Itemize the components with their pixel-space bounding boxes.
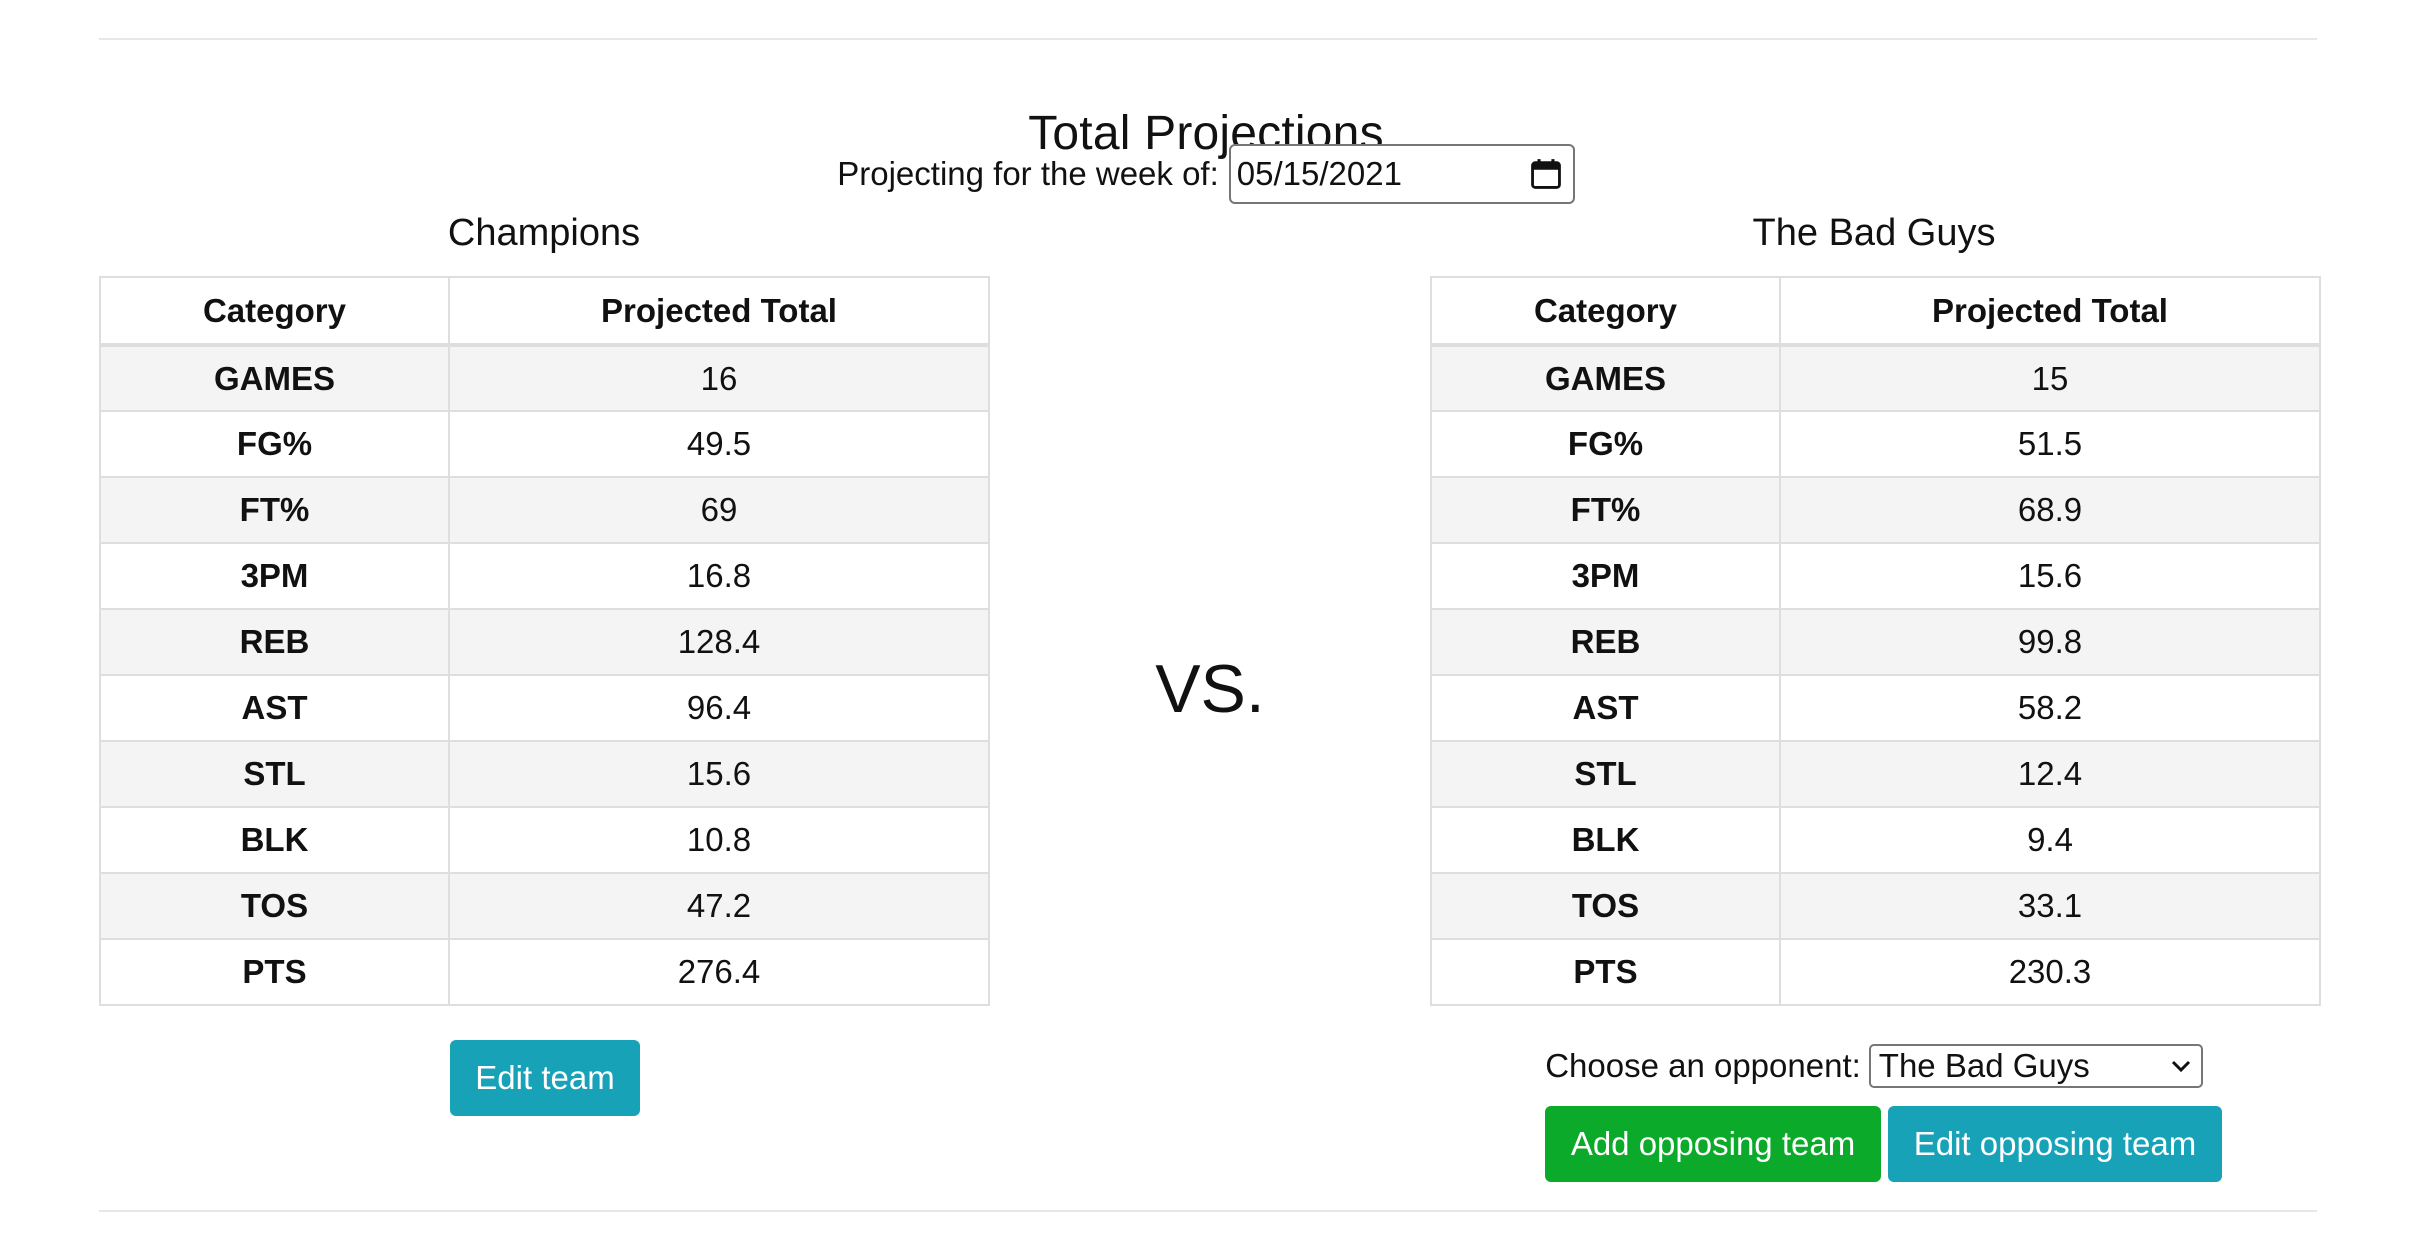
opponent-selected-value: The Bad Guys bbox=[1878, 1047, 2090, 1084]
edit-team-button[interactable]: Edit team bbox=[450, 1040, 640, 1116]
date-label: Projecting for the week of: bbox=[837, 155, 1219, 192]
total-cell: 9.4 bbox=[1779, 806, 2321, 874]
category-cell: STL bbox=[1430, 740, 1781, 808]
table-row: BLK 10.8 bbox=[99, 806, 990, 874]
chevron-down-icon bbox=[2171, 1060, 2190, 1073]
total-cell: 69 bbox=[448, 476, 990, 544]
total-cell: 47.2 bbox=[448, 872, 990, 940]
table-row: STL 15.6 bbox=[99, 740, 990, 808]
column-header-category: Category bbox=[1430, 276, 1781, 347]
table-row: FG% 49.5 bbox=[99, 410, 990, 478]
category-cell: TOS bbox=[1430, 872, 1781, 940]
total-cell: 15.6 bbox=[1779, 542, 2321, 610]
category-cell: TOS bbox=[99, 872, 450, 940]
table-row: STL 12.4 bbox=[1430, 740, 2321, 808]
category-cell: GAMES bbox=[1430, 344, 1781, 412]
table-row: REB 99.8 bbox=[1430, 608, 2321, 676]
total-cell: 99.8 bbox=[1779, 608, 2321, 676]
team-name-right: The Bad Guys bbox=[1752, 212, 1996, 254]
category-cell: PTS bbox=[99, 938, 450, 1006]
category-cell: AST bbox=[1430, 674, 1781, 742]
table-row: FT% 68.9 bbox=[1430, 476, 2321, 544]
calendar-icon[interactable] bbox=[1529, 156, 1563, 192]
category-cell: 3PM bbox=[1430, 542, 1781, 610]
total-cell: 68.9 bbox=[1779, 476, 2321, 544]
team-name-left: Champions bbox=[447, 212, 641, 254]
versus-label: VS. bbox=[1155, 651, 1265, 727]
category-cell: REB bbox=[1430, 608, 1781, 676]
column-header-category: Category bbox=[99, 276, 450, 347]
total-cell: 15 bbox=[1779, 344, 2321, 412]
opponent-row: Choose an opponent: The Bad Guys bbox=[1430, 1044, 2318, 1088]
add-opposing-team-button[interactable]: Add opposing team bbox=[1545, 1106, 1881, 1182]
category-cell: 3PM bbox=[99, 542, 450, 610]
total-cell: 128.4 bbox=[448, 608, 990, 676]
total-cell: 230.3 bbox=[1779, 938, 2321, 1006]
table-row: PTS 276.4 bbox=[99, 938, 990, 1006]
category-cell: FT% bbox=[99, 476, 450, 544]
table-row: PTS 230.3 bbox=[1430, 938, 2321, 1006]
category-cell: BLK bbox=[1430, 806, 1781, 874]
week-date-input[interactable]: 05/15/2021 bbox=[1228, 144, 1575, 204]
table-row: 3PM 15.6 bbox=[1430, 542, 2321, 610]
table-row: BLK 9.4 bbox=[1430, 806, 2321, 874]
category-cell: REB bbox=[99, 608, 450, 676]
table-row: TOS 33.1 bbox=[1430, 872, 2321, 940]
category-cell: BLK bbox=[99, 806, 450, 874]
category-cell: PTS bbox=[1430, 938, 1781, 1006]
opponent-label: Choose an opponent: bbox=[1545, 1047, 1861, 1084]
top-divider bbox=[99, 38, 2317, 40]
total-cell: 58.2 bbox=[1779, 674, 2321, 742]
table-row: AST 58.2 bbox=[1430, 674, 2321, 742]
date-row: Projecting for the week of: 05/15/2021 bbox=[0, 144, 2412, 204]
table-header-row: Category Projected Total bbox=[99, 276, 990, 347]
table-row: FT% 69 bbox=[99, 476, 990, 544]
projections-table-right: Category Projected Total GAMES 15 FG% 51.5… bbox=[1430, 276, 2321, 1006]
table-row: TOS 47.2 bbox=[99, 872, 990, 940]
projections-table-left: Category Projected Total GAMES 16 FG% 49.5… bbox=[99, 276, 990, 1006]
category-cell: STL bbox=[99, 740, 450, 808]
total-cell: 10.8 bbox=[448, 806, 990, 874]
total-cell: 16 bbox=[448, 344, 990, 412]
table-row: 3PM 16.8 bbox=[99, 542, 990, 610]
category-cell: AST bbox=[99, 674, 450, 742]
total-cell: 51.5 bbox=[1779, 410, 2321, 478]
total-cell: 49.5 bbox=[448, 410, 990, 478]
total-cell: 15.6 bbox=[448, 740, 990, 808]
category-cell: FG% bbox=[99, 410, 450, 478]
table-header-row: Category Projected Total bbox=[1430, 276, 2321, 347]
total-cell: 12.4 bbox=[1779, 740, 2321, 808]
column-header-projected-total: Projected Total bbox=[448, 276, 990, 347]
category-cell: GAMES bbox=[99, 344, 450, 412]
edit-opposing-team-button[interactable]: Edit opposing team bbox=[1888, 1106, 2222, 1182]
table-row: GAMES 16 bbox=[99, 344, 990, 412]
opponent-select[interactable]: The Bad Guys bbox=[1868, 1044, 2203, 1088]
table-row: REB 128.4 bbox=[99, 608, 990, 676]
total-cell: 276.4 bbox=[448, 938, 990, 1006]
category-cell: FG% bbox=[1430, 410, 1781, 478]
column-header-projected-total: Projected Total bbox=[1779, 276, 2321, 347]
bottom-divider bbox=[99, 1210, 2317, 1212]
table-row: GAMES 15 bbox=[1430, 344, 2321, 412]
table-row: AST 96.4 bbox=[99, 674, 990, 742]
table-row: FG% 51.5 bbox=[1430, 410, 2321, 478]
date-value: 05/15/2021 bbox=[1236, 155, 1402, 192]
total-cell: 16.8 bbox=[448, 542, 990, 610]
total-cell: 96.4 bbox=[448, 674, 990, 742]
category-cell: FT% bbox=[1430, 476, 1781, 544]
total-cell: 33.1 bbox=[1779, 872, 2321, 940]
